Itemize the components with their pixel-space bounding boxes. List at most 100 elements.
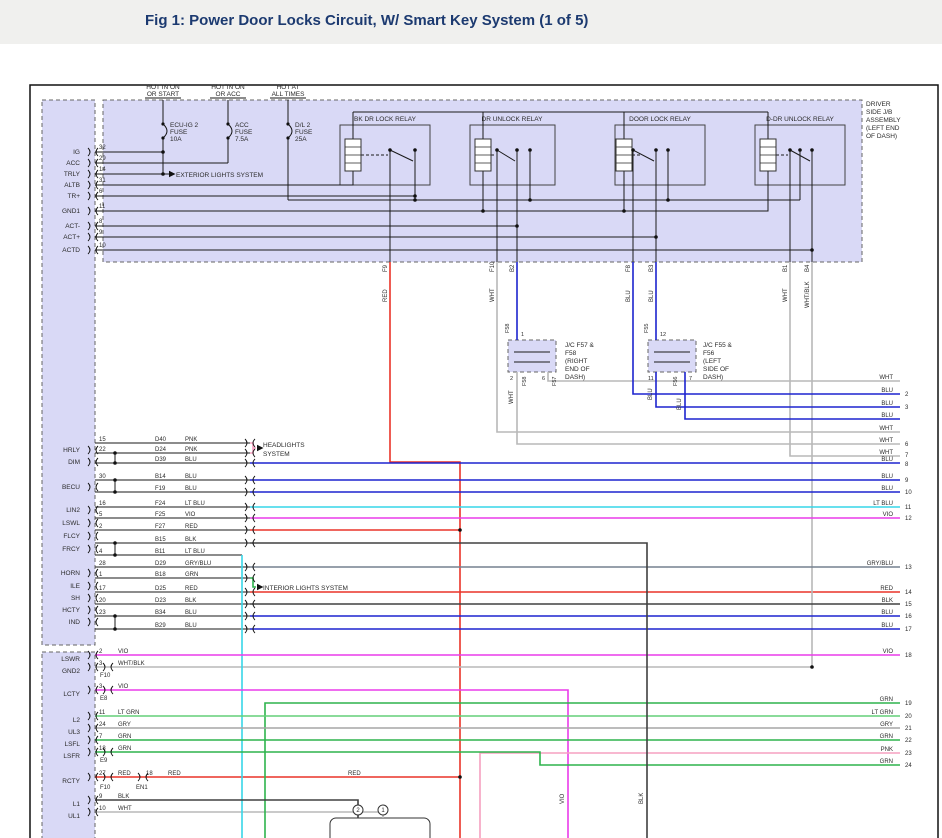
diagram-label: 30 xyxy=(99,474,106,480)
diagram-label: 31 xyxy=(99,178,106,184)
junction-dot xyxy=(113,478,117,482)
diagram-label: WHT/BLK xyxy=(118,661,145,667)
diagram-label: PNK xyxy=(185,437,197,443)
diagram-label: B3 xyxy=(649,264,655,272)
diagram-label: F24 xyxy=(155,501,166,507)
diagram-label: GRN xyxy=(880,759,893,765)
diagram-label: LSFR xyxy=(63,753,80,760)
wiring-diagram-canvas: 21HOT IN ONOR STARTHOT IN ONOR ACCHOT AT… xyxy=(0,0,942,838)
diagram-label: F56 xyxy=(703,350,715,357)
diagram-label: LIN2 xyxy=(66,507,80,514)
junction-dot xyxy=(666,198,670,202)
diagram-label: D40 xyxy=(155,437,167,443)
diagram-label: TR+ xyxy=(68,193,81,200)
diagram-label: 9 xyxy=(905,478,909,484)
diagram-label: BLU xyxy=(677,398,683,410)
diagram-label: 15 xyxy=(99,437,106,443)
diagram-label: RCTY xyxy=(62,778,80,785)
diagram-label: BLU xyxy=(881,457,893,463)
diagram-label: RED xyxy=(118,771,131,777)
diagram-label: HOT AT xyxy=(277,84,300,91)
diagram-label: B1 xyxy=(783,264,789,272)
diagram-label: BLK xyxy=(185,537,196,543)
diagram-label: HCTY xyxy=(62,607,80,614)
diagram-label: WHT xyxy=(879,426,893,432)
diagram-label: 12 xyxy=(905,516,912,522)
diagram-label: 2 xyxy=(99,524,103,530)
diagram-label: WHT xyxy=(509,390,515,404)
diagram-label: FUSE xyxy=(235,129,253,136)
junction-dot xyxy=(810,148,814,152)
diagram-label: GRY/BLU xyxy=(185,561,211,567)
diagram-label: BLU xyxy=(626,290,632,302)
diagram-label: 22 xyxy=(99,447,106,453)
connector-symbol xyxy=(96,606,98,614)
diagram-label: BLU xyxy=(881,474,893,480)
diagram-label: SIDE J/B xyxy=(866,109,892,116)
diagram-label: ACC xyxy=(66,160,80,167)
diagram-label: BLK xyxy=(185,598,196,604)
diagram-label: DASH) xyxy=(565,374,585,381)
junction-dot xyxy=(631,148,635,152)
diagram-label: 2 xyxy=(99,649,103,655)
junction-dot xyxy=(528,148,532,152)
diagram-label: 20 xyxy=(905,714,912,720)
diagram-label: D39 xyxy=(155,457,167,463)
diagram-label: FUSE xyxy=(170,129,188,136)
diagram-label: GRY xyxy=(880,722,893,728)
junction-dot xyxy=(798,148,802,152)
diagram-label: 29 xyxy=(99,156,106,162)
jc-f57-f58-box xyxy=(508,340,556,372)
diagram-label: GRY/BLU xyxy=(867,561,893,567)
diagram-label: 32 xyxy=(99,145,106,151)
diagram-label: 16 xyxy=(99,501,106,507)
diagram-label: (LEFT END xyxy=(866,125,900,132)
diagram-label: RED xyxy=(880,586,893,592)
wire-wht xyxy=(517,372,900,444)
diagram-label: D24 xyxy=(155,447,167,453)
diagram-label: FRCY xyxy=(62,546,80,553)
diagram-label: 23 xyxy=(905,751,912,757)
junction-dot xyxy=(622,209,626,213)
diagram-label: LT GRN xyxy=(872,710,893,716)
junction-dot xyxy=(458,528,462,532)
diagram-label: F10 xyxy=(490,261,496,272)
diagram-label: ACT+ xyxy=(63,234,80,241)
diagram-label: D-DR UNLOCK RELAY xyxy=(766,116,834,123)
wire-wht xyxy=(95,812,383,818)
connector-symbol xyxy=(96,519,98,527)
diagram-label: F57 xyxy=(552,377,558,386)
connector-symbol xyxy=(96,545,98,553)
diagram-label: 4 xyxy=(99,549,103,555)
diagram-label: F58 xyxy=(522,377,528,386)
junction-dot xyxy=(113,627,117,631)
diagram-label: 6 xyxy=(542,376,545,382)
junction-dot xyxy=(113,541,117,545)
diagram-label: BLK xyxy=(639,793,645,804)
bottom-connector-box xyxy=(330,818,430,838)
diagram-label: DASH) xyxy=(703,374,723,381)
diagram-label: B14 xyxy=(155,474,166,480)
diagram-label: F9 xyxy=(383,264,389,272)
junction-dot xyxy=(458,775,462,779)
diagram-label: 19 xyxy=(905,701,912,707)
diagram-label: GRN xyxy=(118,746,131,752)
diagram-label: (LEFT xyxy=(703,358,721,365)
diagram-label: BLU xyxy=(649,290,655,302)
junction-dot xyxy=(528,198,532,202)
junction-dot xyxy=(666,148,670,152)
diagram-label: 24 xyxy=(99,722,106,728)
wire-grn xyxy=(95,752,900,765)
diagram-label: D/L 2 xyxy=(295,122,311,129)
diagram-label: 28 xyxy=(99,561,106,567)
connector-symbol xyxy=(96,458,98,466)
diagram-label: UL1 xyxy=(68,813,80,820)
diagram-label: (RIGHT xyxy=(565,358,587,365)
diagram-label: GND2 xyxy=(62,668,80,675)
diagram-label: 16 xyxy=(905,614,912,620)
diagram-label: BLU xyxy=(185,623,197,629)
diagram-label: 6 xyxy=(99,189,103,195)
diagram-label: WHT xyxy=(879,438,893,444)
diagram-label: 11 xyxy=(648,376,654,382)
diagram-label: BLK xyxy=(118,794,129,800)
